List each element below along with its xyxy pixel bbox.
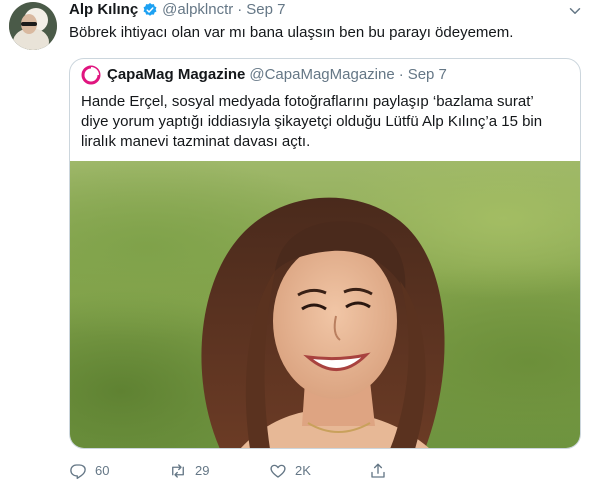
tweet-text: Böbrek ihtiyacı olan var mı bana ulaşsın… xyxy=(69,24,514,41)
share-icon xyxy=(371,463,385,478)
reply-icon xyxy=(70,464,86,480)
like-button[interactable]: 2K xyxy=(269,462,311,480)
quoted-timestamp: Sep 7 xyxy=(407,66,447,83)
share-button[interactable] xyxy=(369,462,395,480)
retweet-icon xyxy=(172,464,184,478)
quoted-text-line: diye yorum yaptığı iddiasıyla şikayetçi … xyxy=(81,113,543,130)
quoted-author-name: ÇapaMag Magazine xyxy=(107,66,246,83)
separator-dot: · xyxy=(237,1,243,18)
author-name[interactable]: Alp Kılınç xyxy=(69,0,138,20)
retweet-button[interactable]: 29 xyxy=(169,462,209,480)
reply-button[interactable]: 60 xyxy=(69,462,109,480)
quoted-separator-dot: · xyxy=(398,66,404,83)
quoted-author-handle: @CapaMagMagazine xyxy=(249,66,395,83)
retweet-count: 29 xyxy=(195,463,210,478)
capamag-logo-icon xyxy=(81,65,101,85)
author-handle[interactable]: @alpklnctr xyxy=(162,0,233,20)
caret-down-icon[interactable] xyxy=(566,2,584,20)
tweet-actions: 60 29 2K xyxy=(69,462,499,482)
like-icon xyxy=(270,464,286,478)
quoted-text: Hande Erçel, sosyal medyada fotoğrafları… xyxy=(81,92,571,152)
quoted-tweet-card[interactable]: ÇapaMag Magazine @CapaMagMagazine · Sep … xyxy=(69,58,581,449)
quoted-photo[interactable] xyxy=(70,161,580,448)
quoted-text-line: liralık manevi tazminat davası açtı. xyxy=(81,133,311,150)
portrait-image xyxy=(201,197,445,448)
tweet-timestamp[interactable]: Sep 7 xyxy=(246,0,285,20)
reply-count: 60 xyxy=(95,463,110,478)
author-avatar[interactable] xyxy=(9,2,57,50)
verified-badge-icon xyxy=(143,3,157,16)
quoted-author-logo xyxy=(81,65,101,85)
quoted-text-line: Hande Erçel, sosyal medyada fotoğrafları… xyxy=(81,93,534,110)
like-count: 2K xyxy=(295,463,311,478)
quoted-header: ÇapaMag Magazine @CapaMagMagazine · Sep … xyxy=(81,65,447,85)
tweet-header: Alp Kılınç @alpklnctr · Sep 7 xyxy=(69,0,285,20)
avatar-photo xyxy=(9,2,57,50)
